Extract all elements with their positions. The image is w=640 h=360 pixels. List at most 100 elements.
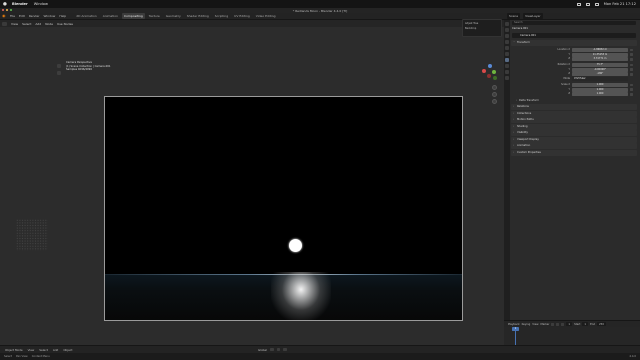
lock-icon[interactable] (630, 72, 633, 76)
data-tab-icon[interactable] (505, 76, 509, 80)
menu-view[interactable]: View (11, 22, 18, 26)
zoom-icon[interactable] (492, 85, 497, 90)
footer-menu-object[interactable]: Object (63, 348, 72, 352)
cursor-tool-icon[interactable] (57, 64, 61, 68)
rotation-mode-row[interactable]: Mode XYZ Euler (512, 77, 636, 82)
proportional-edit-icon[interactable] (283, 347, 287, 352)
lock-icon[interactable] (630, 57, 633, 61)
end-frame-field[interactable]: 250 (597, 322, 606, 326)
gizmo-x-axis[interactable] (482, 69, 486, 73)
menu-marker[interactable]: Marker (540, 323, 549, 326)
menu-keying[interactable]: Keying (522, 323, 531, 326)
footer-menu-add[interactable]: Add (53, 348, 58, 352)
rotation-z-field[interactable]: -180° (572, 72, 628, 77)
rotation-mode-dropdown[interactable]: XYZ Euler (572, 77, 628, 82)
animation-panel-header[interactable]: Animation (511, 143, 637, 149)
shading-panel-header[interactable]: Shading (511, 123, 637, 130)
world-tab-icon[interactable] (505, 52, 509, 56)
properties-search-input[interactable]: Search (512, 21, 636, 25)
gizmo-y-axis[interactable] (492, 70, 496, 74)
battery-icon[interactable] (576, 2, 581, 6)
tab-geometry[interactable]: Geometry (164, 13, 183, 19)
pan-hand-icon[interactable] (492, 92, 497, 97)
wifi-icon[interactable] (585, 2, 590, 6)
menu-render[interactable]: Render (29, 14, 40, 18)
rotation-x-field[interactable]: 75.7° (572, 63, 628, 67)
scene-tab-icon[interactable] (505, 46, 509, 50)
lock-icon[interactable] (630, 63, 633, 67)
scene-field[interactable]: Scene (507, 13, 521, 19)
rotation-z-row[interactable]: Z -180° (512, 72, 636, 77)
op-panel-row[interactable]: Backdrop (465, 27, 499, 30)
tool-tab-icon[interactable] (505, 22, 509, 26)
object-name-field[interactable]: Camera.001 (512, 33, 636, 38)
pivot-icon[interactable] (269, 347, 274, 352)
render-tab-icon[interactable] (505, 28, 509, 32)
snap-icon[interactable] (276, 347, 281, 352)
gizmo-neg-x[interactable] (487, 74, 491, 78)
object-mode-dropdown[interactable]: Object Mode (5, 348, 23, 352)
camera-view-icon[interactable] (492, 99, 497, 104)
adjust-last-operation-panel[interactable]: Adjust Tree Backdrop (462, 19, 502, 37)
current-frame-field[interactable]: 1 (566, 322, 573, 326)
tab-video-editing[interactable]: Video Editing (254, 13, 278, 19)
view-layer-field[interactable]: ViewLayer (523, 13, 543, 19)
footer-menu-view[interactable]: View (28, 348, 35, 352)
play-icon[interactable] (556, 322, 560, 326)
viewport-display-panel-header[interactable]: Viewport Display (511, 136, 637, 143)
lock-icon[interactable] (630, 92, 633, 96)
footer-menu-select[interactable]: Select (39, 348, 48, 352)
menu-playback[interactable]: Playback (508, 323, 520, 326)
tab-compositing[interactable]: Compositing (121, 13, 145, 19)
motion-paths-panel-header[interactable]: Motion Paths (511, 117, 637, 123)
menu-select[interactable]: Select (22, 22, 31, 26)
view-layer-tab-icon[interactable] (505, 40, 509, 44)
menu-add[interactable]: Add (35, 22, 41, 26)
tab-scripting[interactable]: Scripting (213, 13, 230, 19)
os-app-name[interactable]: Blender (12, 2, 28, 6)
move-tool-icon[interactable] (57, 71, 61, 75)
location-y-field[interactable]: 11.35153 m (572, 52, 628, 57)
menu-node[interactable]: Node (45, 22, 53, 26)
menu-edit[interactable]: Edit (19, 14, 25, 18)
tab-shader-editing[interactable]: Shader Editing (185, 13, 211, 19)
jump-start-icon[interactable] (551, 322, 555, 326)
os-window-menu[interactable]: Window (34, 2, 48, 6)
blender-logo-icon[interactable]: ◉ (2, 14, 6, 18)
menu-view[interactable]: View (532, 323, 538, 326)
location-x-field[interactable]: -1.86832 m (572, 48, 628, 52)
gizmo-neg-y[interactable] (493, 76, 497, 80)
tab-texture[interactable]: Texture (147, 13, 162, 19)
maximize-window-button[interactable] (9, 9, 12, 12)
tab-2d-animation[interactable]: 2D Animation (74, 13, 98, 19)
scale-z-row[interactable]: Z 1.000 (512, 92, 636, 97)
relations-panel-header[interactable]: Relations (511, 104, 637, 110)
start-frame-field[interactable]: 1 (582, 322, 589, 326)
physics-tab-icon[interactable] (505, 64, 509, 68)
lock-icon[interactable] (630, 48, 633, 52)
location-z-row[interactable]: Z 3.74771 m (512, 57, 636, 62)
custom-properties-panel-header[interactable]: Custom Properties (511, 149, 637, 156)
menu-window[interactable]: Window (44, 14, 56, 18)
editor-type-icon[interactable] (2, 21, 7, 26)
transform-orientation-dropdown[interactable]: Global (258, 348, 267, 352)
output-tab-icon[interactable] (505, 34, 509, 38)
location-z-field[interactable]: 3.74771 m (572, 57, 628, 62)
tab-animation[interactable]: Animation (101, 13, 120, 19)
constraints-tab-icon[interactable] (505, 70, 509, 74)
rotation-y-field[interactable]: -0.00000° (572, 67, 628, 72)
control-center-icon[interactable] (594, 2, 599, 6)
navigation-gizmo[interactable] (480, 64, 500, 82)
object-tab-icon[interactable] (505, 58, 509, 62)
menu-file[interactable]: File (10, 14, 15, 18)
apple-icon[interactable]: ● (2, 1, 8, 7)
jump-end-icon[interactable] (561, 322, 565, 326)
lock-icon[interactable] (630, 68, 633, 71)
collections-panel-header[interactable]: Collections (511, 110, 637, 117)
lock-icon[interactable] (630, 53, 633, 56)
scale-z-field[interactable]: 1.000 (572, 92, 628, 97)
lock-icon[interactable] (630, 88, 633, 91)
minimize-window-button[interactable] (5, 9, 9, 12)
tab-uv-editing[interactable]: UV Editing (232, 13, 252, 19)
gizmo-z-axis[interactable] (488, 64, 492, 68)
